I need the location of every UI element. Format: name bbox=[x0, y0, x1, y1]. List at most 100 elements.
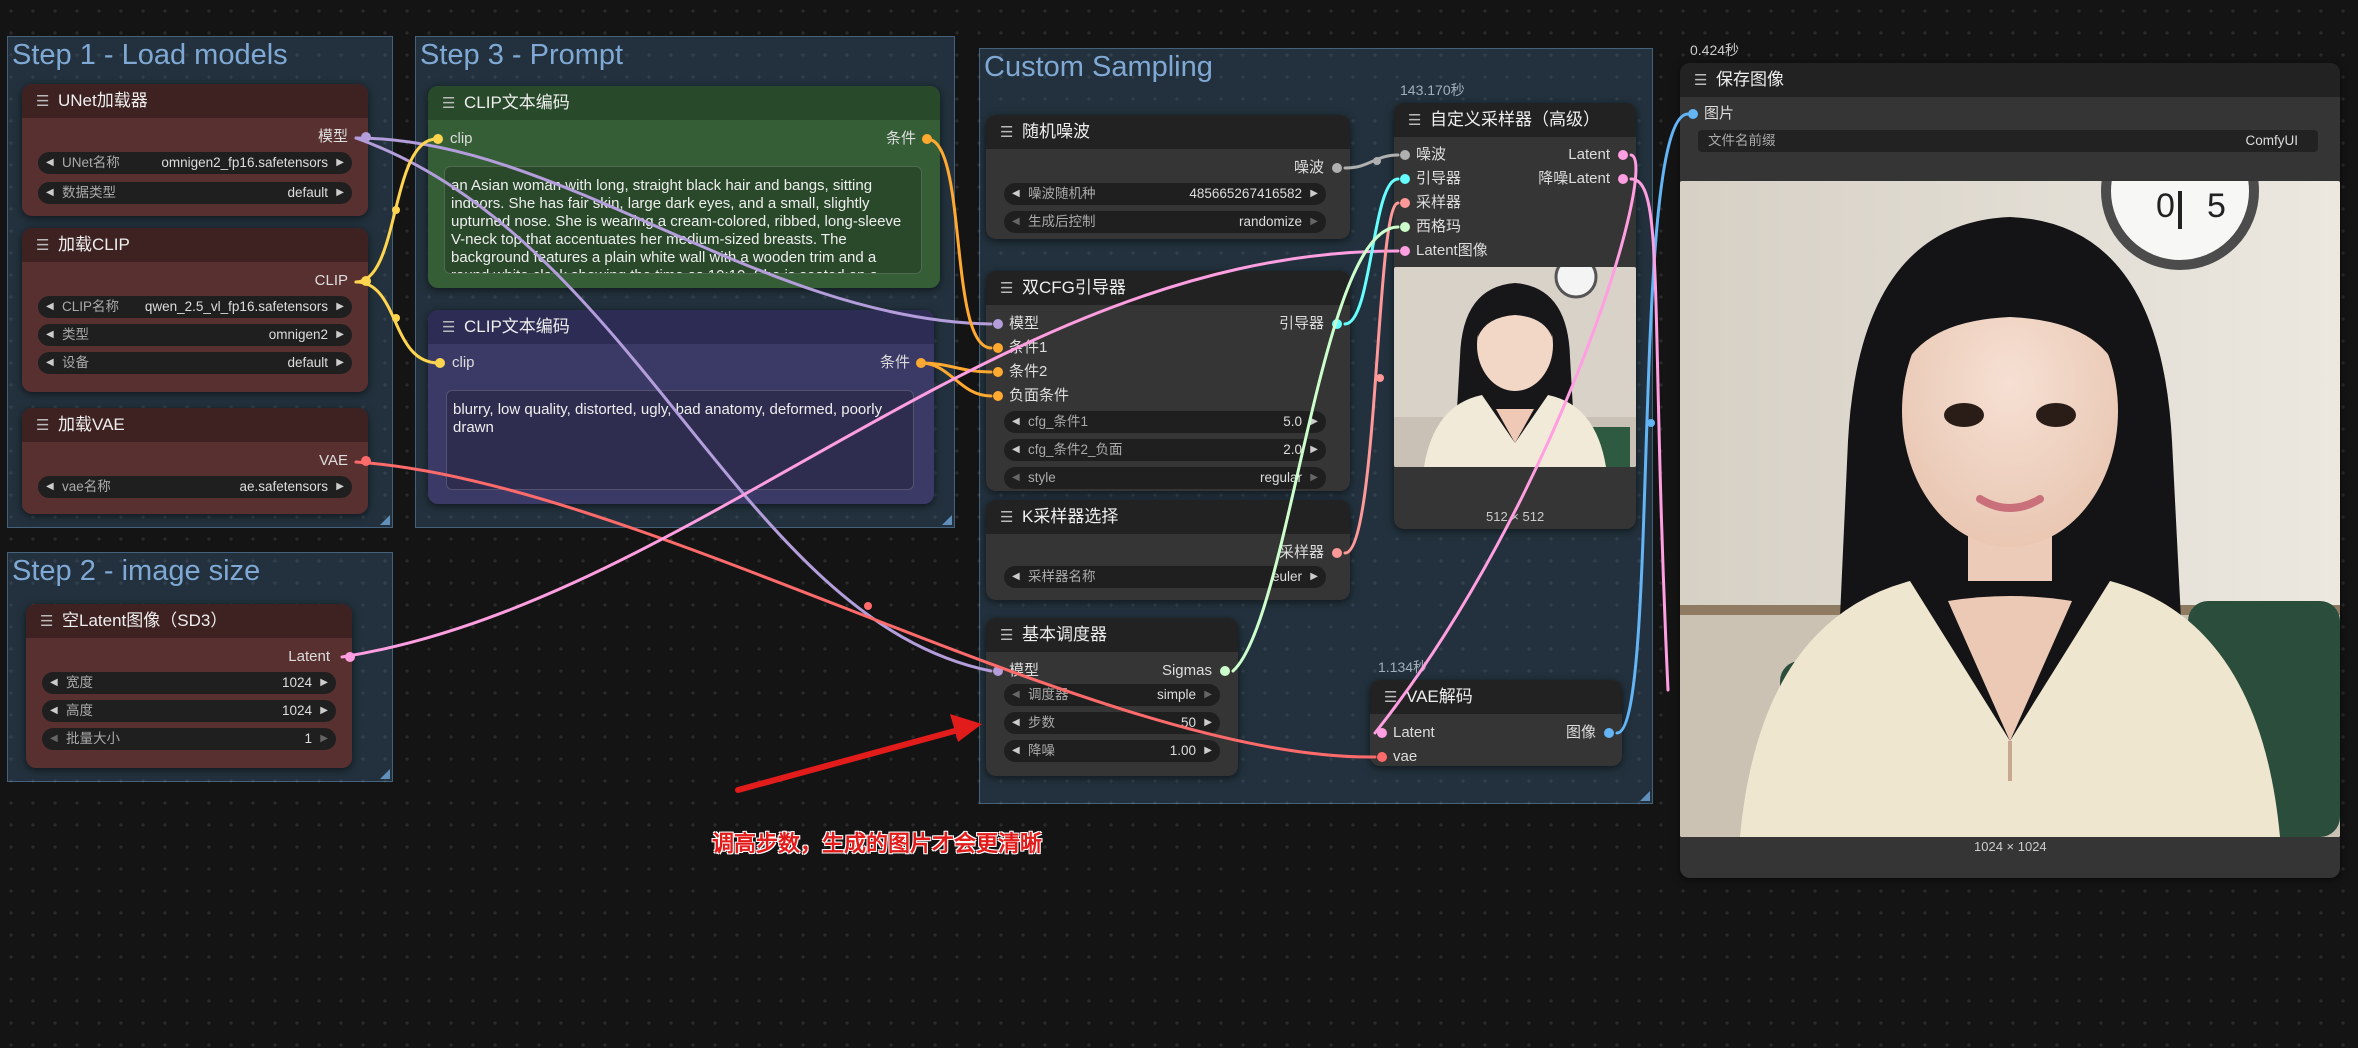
input-model-slot[interactable] bbox=[993, 319, 1003, 329]
arrow-right-icon[interactable]: ▶ bbox=[336, 352, 344, 374]
preview-image[interactable] bbox=[1394, 267, 1636, 467]
widget-cfg-cond2-negative[interactable]: ◀ cfg_条件2_负面 2.0 ▶ bbox=[1004, 439, 1326, 461]
node-clip-text-positive[interactable]: ☰ CLIP文本编码 clip 条件 an Asian woman with lo… bbox=[428, 86, 940, 288]
arrow-right-icon[interactable]: ▶ bbox=[336, 476, 344, 498]
output-conditioning-slot[interactable] bbox=[916, 358, 926, 368]
menu-icon[interactable]: ☰ bbox=[1000, 619, 1014, 653]
arrow-left-icon[interactable]: ◀ bbox=[50, 728, 58, 750]
arrow-left-icon[interactable]: ◀ bbox=[1012, 439, 1020, 461]
node-basic-scheduler[interactable]: ☰ 基本调度器 模型 Sigmas ◀ 调度器 simple ▶ ◀ 步数 50 ▶ ◀ 降噪 1… bbox=[986, 618, 1238, 776]
input-clip-slot[interactable] bbox=[433, 134, 443, 144]
output-noise-slot[interactable] bbox=[1332, 163, 1342, 173]
arrow-left-icon[interactable]: ◀ bbox=[1012, 740, 1020, 762]
input-sampler-slot[interactable] bbox=[1400, 198, 1410, 208]
input-clip-slot[interactable] bbox=[435, 358, 445, 368]
node-header[interactable]: ☰ 空Latent图像（SD3） bbox=[26, 604, 352, 638]
arrow-left-icon[interactable]: ◀ bbox=[46, 152, 54, 174]
arrow-right-icon[interactable]: ▶ bbox=[1204, 740, 1212, 762]
input-guider-slot[interactable] bbox=[1400, 174, 1410, 184]
input-latent-slot[interactable] bbox=[1377, 728, 1387, 738]
output-sigmas-slot[interactable] bbox=[1220, 666, 1230, 676]
arrow-right-icon[interactable]: ▶ bbox=[1310, 183, 1318, 205]
widget-clip-type[interactable]: ◀ 类型 omnigen2 ▶ bbox=[38, 324, 352, 346]
menu-icon[interactable]: ☰ bbox=[1000, 501, 1014, 535]
output-guider-slot[interactable] bbox=[1332, 319, 1342, 329]
arrow-left-icon[interactable]: ◀ bbox=[1012, 211, 1020, 233]
arrow-left-icon[interactable]: ◀ bbox=[50, 700, 58, 722]
arrow-left-icon[interactable]: ◀ bbox=[46, 182, 54, 204]
output-image-slot[interactable] bbox=[1604, 728, 1614, 738]
widget-cfg-cond1[interactable]: ◀ cfg_条件1 5.0 ▶ bbox=[1004, 411, 1326, 433]
node-header[interactable]: ☰ K采样器选择 bbox=[986, 500, 1350, 534]
widget-clip-device[interactable]: ◀ 设备 default ▶ bbox=[38, 352, 352, 374]
node-custom-sampler-advanced[interactable]: ☰ 自定义采样器（高级） 噪波 引导器 采样器 西格玛 Latent图像 Late… bbox=[1394, 103, 1636, 529]
output-latent-slot[interactable] bbox=[345, 652, 355, 662]
arrow-right-icon[interactable]: ▶ bbox=[1310, 566, 1318, 588]
node-header[interactable]: ☰ 双CFG引导器 bbox=[986, 271, 1350, 305]
arrow-left-icon[interactable]: ◀ bbox=[1012, 566, 1020, 588]
widget-batch-size[interactable]: ◀ 批量大小 1 ▶ bbox=[42, 728, 336, 750]
output-clip-slot[interactable] bbox=[361, 276, 371, 286]
node-header[interactable]: ☰ 加载VAE bbox=[22, 408, 368, 442]
arrow-right-icon[interactable]: ▶ bbox=[1310, 411, 1318, 433]
output-sampler-slot[interactable] bbox=[1332, 548, 1342, 558]
node-header[interactable]: ☰ 随机噪波 bbox=[986, 115, 1350, 149]
output-model-slot[interactable] bbox=[361, 132, 371, 142]
arrow-left-icon[interactable]: ◀ bbox=[50, 672, 58, 694]
menu-icon[interactable]: ☰ bbox=[442, 87, 456, 121]
widget-filename-prefix[interactable]: 文件名前缀 ComfyUI bbox=[1698, 130, 2318, 152]
arrow-right-icon[interactable]: ▶ bbox=[320, 700, 328, 722]
output-conditioning-slot[interactable] bbox=[922, 134, 932, 144]
group-resize-handle[interactable] bbox=[1640, 791, 1650, 801]
node-dual-cfg-guider[interactable]: ☰ 双CFG引导器 模型 条件1 条件2 负面条件 引导器 ◀ cfg_条件1 5.0… bbox=[986, 271, 1350, 491]
prompt-textarea[interactable]: an Asian woman with long, straight black… bbox=[444, 166, 922, 274]
arrow-left-icon[interactable]: ◀ bbox=[1012, 183, 1020, 205]
node-header[interactable]: ☰ 加载CLIP bbox=[22, 228, 368, 262]
menu-icon[interactable]: ☰ bbox=[1384, 681, 1398, 715]
arrow-left-icon[interactable]: ◀ bbox=[1012, 684, 1020, 706]
arrow-left-icon[interactable]: ◀ bbox=[46, 476, 54, 498]
arrow-right-icon[interactable]: ▶ bbox=[320, 728, 328, 750]
input-image-slot[interactable] bbox=[1688, 109, 1698, 119]
node-vae-decode[interactable]: ☰ VAE解码 Latent vae 图像 bbox=[1370, 680, 1622, 766]
input-model-slot[interactable] bbox=[993, 666, 1003, 676]
arrow-right-icon[interactable]: ▶ bbox=[320, 672, 328, 694]
node-random-noise[interactable]: ☰ 随机噪波 噪波 ◀ 噪波随机种 485665267416582 ▶ ◀ 生成后控制 ra… bbox=[986, 115, 1350, 239]
menu-icon[interactable]: ☰ bbox=[1408, 104, 1422, 138]
group-resize-handle[interactable] bbox=[380, 515, 390, 525]
arrow-left-icon[interactable]: ◀ bbox=[46, 324, 54, 346]
group-resize-handle[interactable] bbox=[380, 769, 390, 779]
input-cond2-slot[interactable] bbox=[993, 367, 1003, 377]
arrow-right-icon[interactable]: ▶ bbox=[336, 182, 344, 204]
widget-clip-name[interactable]: ◀ CLIP名称 qwen_2.5_vl_fp16.safetensors ▶ bbox=[38, 296, 352, 318]
input-vae-slot[interactable] bbox=[1377, 752, 1387, 762]
node-header[interactable]: ☰ 自定义采样器（高级） bbox=[1394, 103, 1636, 137]
node-header[interactable]: ☰ CLIP文本编码 bbox=[428, 310, 934, 344]
node-header[interactable]: ☰ 基本调度器 bbox=[986, 618, 1238, 652]
input-noise-slot[interactable] bbox=[1400, 150, 1410, 160]
arrow-left-icon[interactable]: ◀ bbox=[1012, 411, 1020, 433]
menu-icon[interactable]: ☰ bbox=[36, 85, 50, 119]
menu-icon[interactable]: ☰ bbox=[442, 311, 456, 345]
arrow-left-icon[interactable]: ◀ bbox=[1012, 467, 1020, 489]
group-resize-handle[interactable] bbox=[942, 515, 952, 525]
widget-denoise[interactable]: ◀ 降噪 1.00 ▶ bbox=[1004, 740, 1220, 762]
negative-prompt-textarea[interactable]: blurry, low quality, distorted, ugly, ba… bbox=[446, 390, 914, 490]
arrow-right-icon[interactable]: ▶ bbox=[336, 324, 344, 346]
output-latent-slot[interactable] bbox=[1618, 150, 1628, 160]
menu-icon[interactable]: ☰ bbox=[1694, 64, 1708, 98]
input-sigmas-slot[interactable] bbox=[1400, 222, 1410, 232]
output-vae-slot[interactable] bbox=[361, 456, 371, 466]
menu-icon[interactable]: ☰ bbox=[1000, 272, 1014, 306]
widget-width[interactable]: ◀ 宽度 1024 ▶ bbox=[42, 672, 336, 694]
input-cond1-slot[interactable] bbox=[993, 343, 1003, 353]
input-negative-slot[interactable] bbox=[993, 391, 1003, 401]
input-latent-slot[interactable] bbox=[1400, 246, 1410, 256]
menu-icon[interactable]: ☰ bbox=[36, 409, 50, 443]
arrow-left-icon[interactable]: ◀ bbox=[1012, 712, 1020, 734]
widget-style[interactable]: ◀ style regular ▶ bbox=[1004, 467, 1326, 489]
arrow-left-icon[interactable]: ◀ bbox=[46, 352, 54, 374]
widget-unet-name[interactable]: ◀ UNet名称 omnigen2_fp16.safetensors ▶ bbox=[38, 152, 352, 174]
widget-scheduler[interactable]: ◀ 调度器 simple ▶ bbox=[1004, 684, 1220, 706]
widget-control-after-generate[interactable]: ◀ 生成后控制 randomize ▶ bbox=[1004, 211, 1326, 233]
